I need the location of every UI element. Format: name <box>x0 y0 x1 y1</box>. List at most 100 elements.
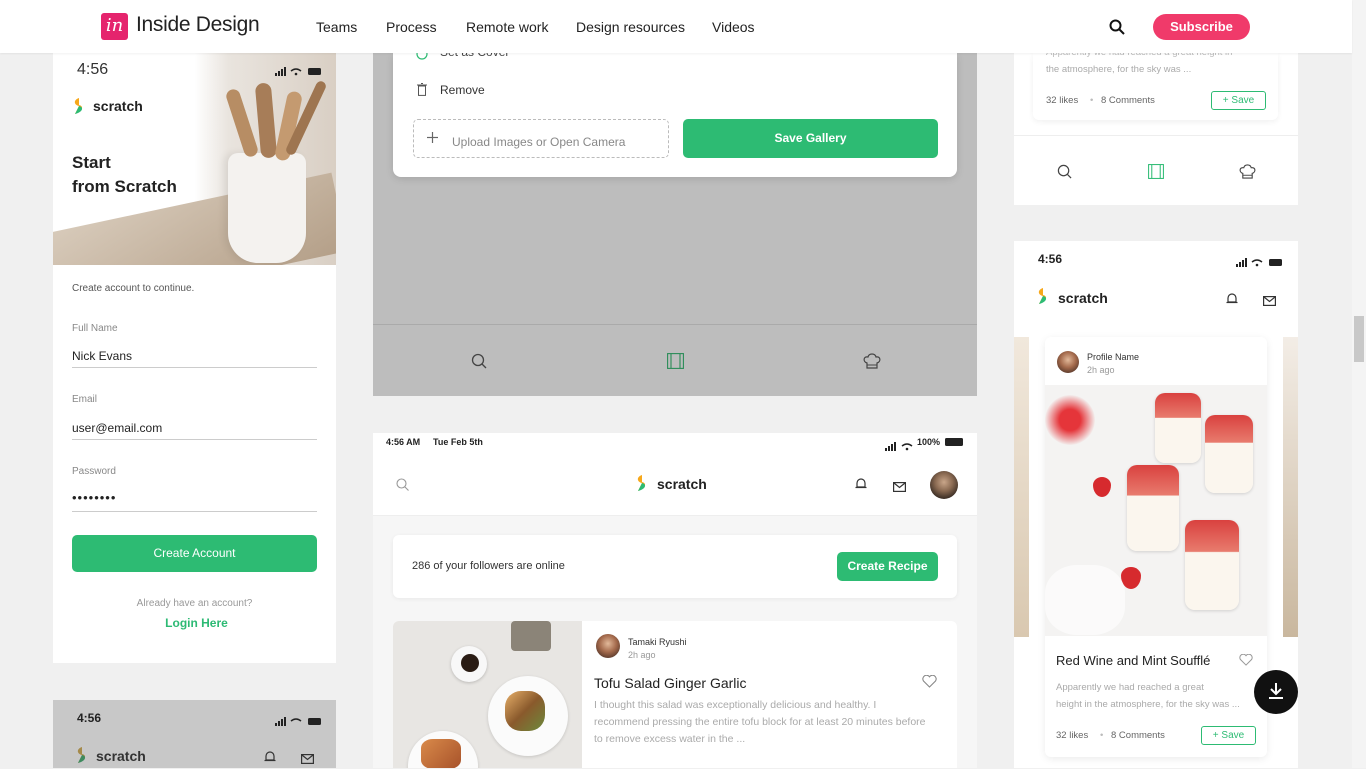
recipe-card-footer: Apparently we had reached a great height… <box>1033 47 1278 120</box>
create-account-button[interactable]: Create Account <box>72 535 317 572</box>
site-header: in Inside Design Teams Process Remote wo… <box>0 0 1352 53</box>
scrollbar-thumb[interactable] <box>1354 316 1364 362</box>
mail-icon[interactable] <box>893 479 907 497</box>
post-title[interactable]: Red Wine and Mint Soufflé <box>1056 653 1210 668</box>
recipe-post-card[interactable]: Tamaki Ryushi 2h ago Tofu Salad Ginger G… <box>393 621 957 768</box>
scratch-logo-icon <box>75 746 89 769</box>
comments-count[interactable]: 8 Comments <box>1111 730 1165 741</box>
brand-name: scratch <box>657 476 707 492</box>
search-icon[interactable] <box>1057 164 1072 184</box>
nav-process[interactable]: Process <box>386 19 437 35</box>
status-icons <box>275 63 323 76</box>
gallery-overlay: Set as Cover Remove Upload Images or Ope… <box>373 45 977 396</box>
heart-icon[interactable] <box>922 674 937 693</box>
email-field[interactable]: user@email.com <box>72 421 162 435</box>
trash-icon[interactable] <box>417 83 427 101</box>
chef-hat-icon[interactable] <box>1239 164 1256 184</box>
upload-label: Upload Images or Open Camera <box>452 135 626 149</box>
full-name-field[interactable]: Nick Evans <box>72 349 132 363</box>
bell-icon[interactable] <box>1226 292 1238 310</box>
download-button[interactable] <box>1254 670 1298 714</box>
gallery-icon[interactable] <box>1148 164 1164 184</box>
save-button[interactable]: + Save <box>1211 91 1266 110</box>
status-date: Tue Feb 5th <box>433 437 483 447</box>
save-label: Save <box>1231 95 1255 106</box>
search-icon[interactable] <box>471 353 487 374</box>
full-name-label: Full Name <box>72 323 118 334</box>
status-icons <box>1236 254 1284 272</box>
mail-icon[interactable] <box>1263 293 1277 311</box>
recipe-photo <box>393 621 582 768</box>
recipe-post-card[interactable]: Profile Name 2h ago Red Wine and Mint So… <box>1045 337 1267 757</box>
brand-name: scratch <box>93 98 143 114</box>
intro-text: Create account to continue. <box>72 283 195 294</box>
post-excerpt: I thought this salad was exceptionally d… <box>594 699 926 745</box>
bell-icon[interactable] <box>264 750 276 768</box>
site-logo-text[interactable]: Inside Design <box>136 13 260 37</box>
password-underline <box>72 511 317 512</box>
hero-title-line2: from Scratch <box>72 177 177 196</box>
login-link[interactable]: Login Here <box>53 616 340 630</box>
subscribe-button[interactable]: Subscribe <box>1153 14 1250 40</box>
search-icon[interactable] <box>396 478 409 496</box>
signup-screen: 4:56 scratch Start from Scratch Create a… <box>53 53 336 663</box>
gallery-sheet: Set as Cover Remove Upload Images or Ope… <box>393 45 957 177</box>
likes-count: 32 likes <box>1056 730 1089 741</box>
comments-count[interactable]: 8 Comments <box>1101 95 1155 106</box>
heart-icon[interactable] <box>1239 653 1253 671</box>
remove-option[interactable]: Remove <box>440 83 485 97</box>
followers-banner: 286 of your followers are online Create … <box>393 535 957 598</box>
nav-design-resources[interactable]: Design resources <box>576 19 685 35</box>
nav-remote-work[interactable]: Remote work <box>466 19 548 35</box>
save-button[interactable]: + Save <box>1201 726 1256 745</box>
status-time: 4:56 AM <box>386 437 421 447</box>
post-time: 2h ago <box>628 650 656 660</box>
download-icon <box>1266 681 1286 706</box>
hero-title-line1: Start <box>72 153 111 172</box>
secondary-phone-screen: 4:56 scratch <box>53 700 336 768</box>
page-scrollbar[interactable] <box>1352 0 1366 768</box>
profile-name: Profile Name <box>1087 352 1140 362</box>
tablet-feed-screen: 4:56 AM Tue Feb 5th 100% scratch 286 of … <box>373 433 977 768</box>
have-account-text: Already have an account? <box>136 598 253 609</box>
battery-icon <box>945 438 963 446</box>
scratch-logo-icon <box>635 473 649 498</box>
author-avatar <box>1057 351 1079 373</box>
invision-logo-icon[interactable]: in <box>101 13 128 40</box>
search-icon[interactable] <box>1109 19 1125 40</box>
post-time: 2h ago <box>1087 365 1115 375</box>
full-name-underline <box>72 367 317 368</box>
email-label: Email <box>72 394 98 405</box>
status-battery-text: 100% <box>917 437 941 447</box>
brand-name: scratch <box>1058 290 1108 306</box>
chef-hat-icon[interactable] <box>863 353 881 374</box>
followers-text: 286 of your followers are online <box>412 560 565 572</box>
status-time: 4:56 <box>77 711 102 725</box>
nav-videos[interactable]: Videos <box>712 19 755 35</box>
post-title[interactable]: Tofu Salad Ginger Garlic <box>594 675 747 691</box>
excerpt-line2: the atmosphere, for the sky was ... <box>1046 64 1192 75</box>
scratch-logo-icon <box>1036 287 1050 310</box>
avatar[interactable] <box>930 471 958 499</box>
scratch-logo-icon <box>72 97 86 120</box>
nav-teams[interactable]: Teams <box>316 19 357 35</box>
recipe-card-top: Apparently we had reached a great height… <box>1014 47 1298 205</box>
status-signal-icon <box>885 438 915 456</box>
tabbar-divider <box>373 324 977 325</box>
gallery-icon[interactable] <box>667 353 684 374</box>
password-field[interactable]: •••••••• <box>72 490 116 505</box>
plus-icon <box>427 130 438 148</box>
excerpt-line1: Apparently we had reached a great <box>1056 682 1204 693</box>
mail-icon[interactable] <box>301 751 315 769</box>
prev-card-peek <box>1014 337 1029 637</box>
excerpt-line2: height in the atmosphere, for the sky wa… <box>1056 699 1240 710</box>
save-gallery-button[interactable]: Save Gallery <box>683 119 938 158</box>
recipe-photo <box>1045 385 1267 636</box>
author-avatar <box>596 634 620 658</box>
create-recipe-button[interactable]: Create Recipe <box>837 552 938 581</box>
password-label: Password <box>72 466 116 477</box>
upload-images-button[interactable]: Upload Images or Open Camera <box>413 119 669 158</box>
likes-count: 32 likes <box>1046 95 1079 106</box>
bell-icon[interactable] <box>855 477 867 495</box>
status-time: 4:56 <box>1038 252 1063 266</box>
